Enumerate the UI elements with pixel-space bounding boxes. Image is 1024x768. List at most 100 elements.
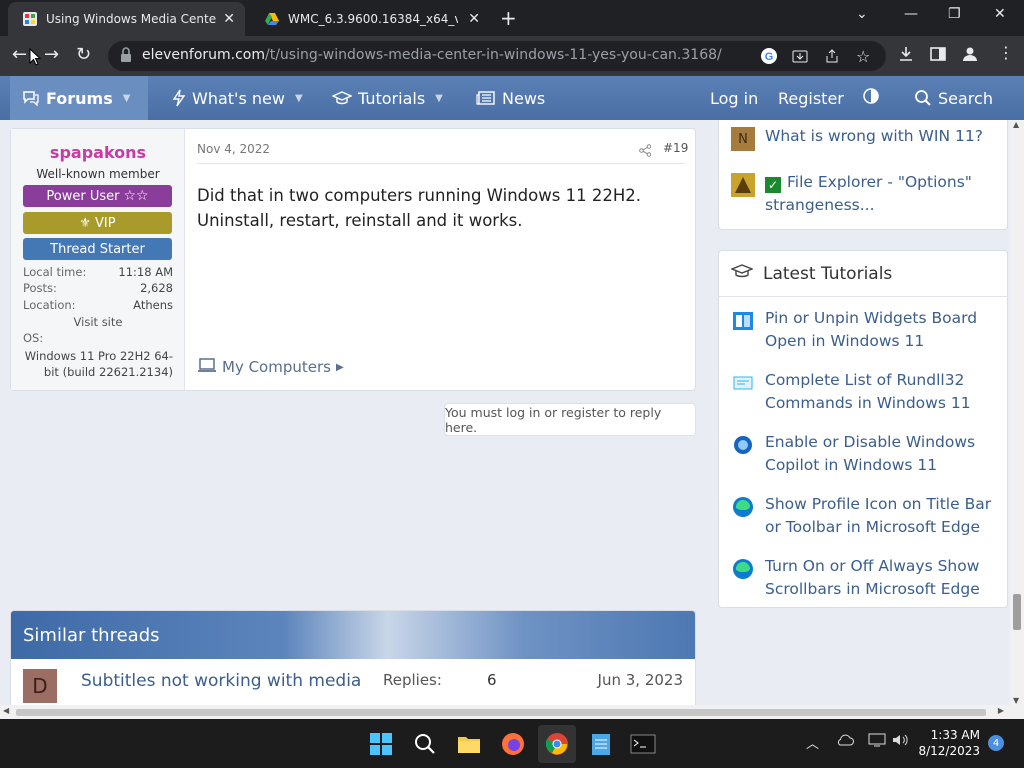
search-icon[interactable] xyxy=(412,731,438,757)
downloads-icon[interactable] xyxy=(898,46,914,66)
thread-link[interactable]: ✓ File Explorer - "Options" strangeness..… xyxy=(765,171,1005,217)
restore-icon[interactable]: ❐ xyxy=(948,6,961,22)
chevron-up-icon[interactable]: ︿ xyxy=(806,733,819,752)
list-item[interactable]: N What is wrong with WIN 11? xyxy=(731,125,1001,155)
bolt-icon xyxy=(172,89,186,107)
notification-badge[interactable]: 4 xyxy=(988,735,1004,751)
tutorial-link[interactable]: Complete List of Rundll32 Commands in Wi… xyxy=(765,369,1005,415)
login-link[interactable]: Log in xyxy=(710,76,758,120)
list-item[interactable]: Enable or Disable Windows Copilot in Win… xyxy=(731,431,1001,477)
list-item[interactable]: Complete List of Rundll32 Commands in Wi… xyxy=(731,369,1001,415)
tutorial-link[interactable]: Show Profile Icon on Title Bar or Toolba… xyxy=(765,493,1005,539)
vertical-scrollbar[interactable]: ▲ ▼ xyxy=(1010,120,1024,705)
chevron-down-icon[interactable]: ▼ xyxy=(295,93,303,104)
thread-link[interactable]: What is wrong with WIN 11? xyxy=(765,125,1005,148)
post-date[interactable]: Nov 4, 2022 xyxy=(197,142,270,156)
bookmark-star-icon[interactable]: ☆ xyxy=(856,47,870,66)
lock-icon[interactable] xyxy=(120,47,132,67)
tab-inactive[interactable]: WMC_6.3.9600.16384_x64_v12.7z ✕ xyxy=(250,2,490,36)
reload-icon[interactable]: ↻ xyxy=(76,44,91,65)
chevron-down-icon[interactable]: ▼ xyxy=(123,93,131,104)
my-computers-toggle[interactable]: My Computers ▶ xyxy=(197,357,344,377)
theme-toggle[interactable] xyxy=(862,76,880,120)
search-label: Search xyxy=(938,88,993,108)
stat-posts: Posts: 2,628 xyxy=(23,281,173,295)
back-icon[interactable]: ← xyxy=(12,44,27,65)
side-panel-icon[interactable] xyxy=(930,46,946,66)
list-item[interactable]: Show Profile Icon on Title Bar or Toolba… xyxy=(731,493,1001,539)
search-link[interactable]: Search xyxy=(914,76,993,120)
share-icon[interactable] xyxy=(824,48,840,68)
menu-kebab-icon[interactable]: ⋮ xyxy=(998,43,1014,62)
scrollbar-thumb[interactable] xyxy=(16,709,986,716)
google-lens-icon[interactable]: G xyxy=(760,47,778,69)
system-clock[interactable]: 1:33 AM 8/12/2023 xyxy=(918,727,980,759)
edge-icon xyxy=(731,495,755,519)
os-value: Windows 11 Pro 22H2 64-bit (build 22621.… xyxy=(24,349,173,379)
terminal-icon[interactable] xyxy=(630,731,656,757)
minimize-icon[interactable]: — xyxy=(904,6,918,22)
tutorial-link[interactable]: Turn On or Off Always Show Scrollbars in… xyxy=(765,555,1005,601)
list-item[interactable]: ✓ File Explorer - "Options" strangeness..… xyxy=(731,171,1001,221)
notepad-icon[interactable] xyxy=(588,731,614,757)
network-icon[interactable] xyxy=(868,733,886,751)
tutorial-link[interactable]: Pin or Unpin Widgets Board Open in Windo… xyxy=(765,307,1005,353)
stat-location: Location: Athens xyxy=(23,298,173,312)
os-label: OS: xyxy=(23,331,44,345)
nav-news[interactable]: News xyxy=(476,76,545,120)
cloud-icon[interactable] xyxy=(836,733,854,751)
nav-tutorials[interactable]: Tutorials ▼ xyxy=(332,76,443,120)
nav-forums[interactable]: Forums ▼ xyxy=(10,76,148,120)
thread-date[interactable]: Jun 3, 2023 xyxy=(598,671,683,689)
vip-label: VIP xyxy=(95,215,116,231)
reply-notice[interactable]: You must log in or register to reply her… xyxy=(444,403,696,436)
share-icon[interactable] xyxy=(639,142,652,161)
post-username[interactable]: spapakons xyxy=(11,143,185,162)
nav-whats-new[interactable]: What's new ▼ xyxy=(172,76,303,120)
power-user-banner: Power User ☆☆ xyxy=(23,185,172,207)
scroll-left-icon[interactable]: ◀ xyxy=(3,706,9,715)
windows-taskbar: ︿ 1:33 AM 8/12/2023 4 xyxy=(0,719,1024,768)
forward-icon[interactable]: → xyxy=(44,44,59,65)
tab-active[interactable]: Using Windows Media Center in ✕ xyxy=(8,2,245,36)
close-window-icon[interactable]: ✕ xyxy=(994,6,1006,22)
start-icon[interactable] xyxy=(368,731,394,757)
scrollbar-thumb[interactable] xyxy=(1013,594,1021,630)
horizontal-scrollbar[interactable]: ◀ ▶ xyxy=(0,705,1024,719)
vip-banner: ⚜ VIP xyxy=(23,212,172,234)
list-item[interactable]: Turn On or Off Always Show Scrollbars in… xyxy=(731,555,1001,601)
graduation-cap-icon xyxy=(332,90,352,106)
firefox-icon[interactable] xyxy=(500,731,526,757)
scroll-right-icon[interactable]: ▶ xyxy=(998,706,1004,715)
install-app-icon[interactable] xyxy=(792,48,808,68)
close-tab-icon[interactable]: ✕ xyxy=(468,11,480,27)
chrome-icon[interactable] xyxy=(538,725,576,763)
list-item[interactable]: Pin or Unpin Widgets Board Open in Windo… xyxy=(731,307,1001,353)
tutorial-link[interactable]: Enable or Disable Windows Copilot in Win… xyxy=(765,431,1005,477)
close-tab-icon[interactable]: ✕ xyxy=(223,11,235,27)
tab-search-chevron-icon[interactable]: ⌄ xyxy=(856,6,868,22)
solved-check-icon: ✓ xyxy=(765,177,781,193)
address-bar[interactable]: elevenforum.com/t/using-windows-media-ce… xyxy=(108,41,886,71)
thread-starter-banner: Thread Starter xyxy=(23,238,172,260)
nav-whats-new-label: What's new xyxy=(192,88,285,108)
register-link[interactable]: Register xyxy=(778,76,844,120)
table-row[interactable]: D Subtitles not working with media Repli… xyxy=(11,659,695,705)
thread-title-link[interactable]: Subtitles not working with media xyxy=(81,671,361,691)
nav-news-label: News xyxy=(502,88,546,108)
visit-site-link[interactable]: Visit site xyxy=(23,315,173,329)
volume-icon[interactable] xyxy=(892,733,910,751)
scroll-up-icon[interactable]: ▲ xyxy=(1013,120,1019,129)
login-label: Log in xyxy=(710,88,759,108)
profile-icon[interactable] xyxy=(962,46,978,66)
chevron-down-icon[interactable]: ▼ xyxy=(435,93,443,104)
widgets-icon xyxy=(731,309,755,333)
new-tab-icon[interactable]: + xyxy=(500,6,517,30)
scroll-down-icon[interactable]: ▼ xyxy=(1013,696,1019,705)
nav-tutorials-label: Tutorials xyxy=(358,88,426,108)
svg-text:G: G xyxy=(765,51,774,63)
post-number[interactable]: #19 xyxy=(663,141,688,155)
file-explorer-icon[interactable] xyxy=(456,731,482,757)
forum-post: spapakons Well-known member Power User ☆… xyxy=(10,128,696,391)
avatar[interactable]: D xyxy=(23,669,57,703)
